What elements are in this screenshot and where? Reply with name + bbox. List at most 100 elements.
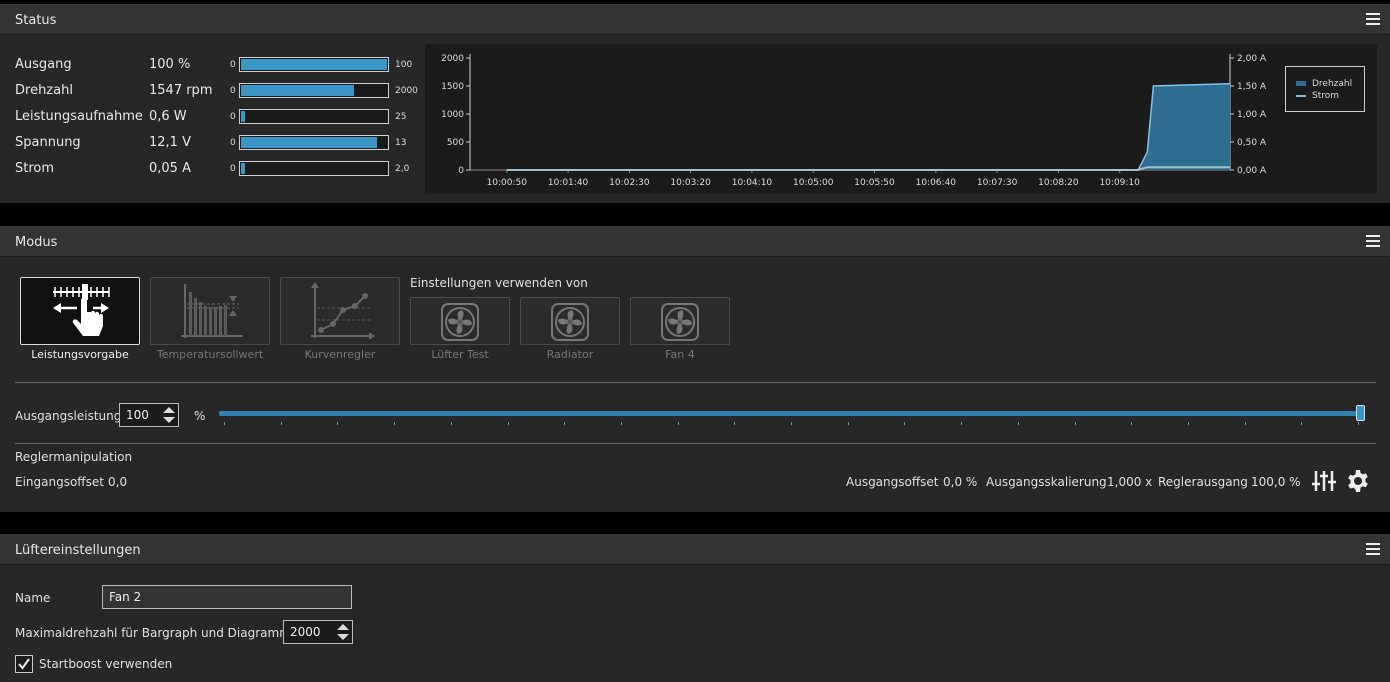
slider-tick — [450, 422, 452, 425]
mode-caption: Kurvenregler — [304, 348, 376, 361]
slider-tick — [564, 422, 566, 425]
stat-label: Ausgang — [15, 57, 72, 72]
status-title: Status — [15, 13, 57, 28]
chart-svg: 0 500 1000 1500 2000 0,00 A 0,50 A 1,00 A 1,50 A… — [441, 54, 1267, 188]
output-label: Ausgangsleistung — [15, 409, 122, 423]
mode-caption: Temperatursollwert — [156, 348, 264, 361]
fan-title: Lüftereinstellungen — [15, 543, 141, 558]
slider-tick — [507, 422, 509, 425]
slider-tick — [1187, 422, 1189, 425]
slider-tick — [224, 422, 225, 425]
stat-row-leistungsaufnahme: Leistungsaufnahme 0,6 W 0 25 — [15, 107, 425, 127]
bar-min: 0 — [230, 138, 236, 148]
fan-icon — [551, 303, 589, 341]
source-radiator-button[interactable] — [520, 297, 620, 345]
mode-temperatursollwert-button[interactable] — [150, 277, 270, 345]
slider-tick — [734, 422, 736, 425]
spin-arrows-icon[interactable] — [160, 404, 178, 426]
bar-max: 2,0 — [395, 164, 410, 174]
stat-value: 100 % — [149, 57, 191, 72]
mode-kurvenregler-button[interactable] — [280, 277, 400, 345]
stat-value: 0,6 W — [149, 109, 187, 124]
fan-settings-panel: Lüftereinstellungen Name Maximaldrehzahl… — [0, 534, 1390, 682]
checkmark-icon — [18, 658, 30, 670]
maxrpm-input[interactable] — [284, 621, 334, 643]
fan-icon — [661, 303, 699, 341]
y-right-tick-label: 1,00 A — [1237, 110, 1267, 120]
x-tick-label: 10:05:00 — [793, 178, 834, 188]
output-slider-track[interactable] — [219, 411, 1359, 416]
divider — [15, 443, 1376, 444]
spin-arrows-icon[interactable] — [334, 621, 352, 643]
modus-title: Modus — [15, 235, 58, 250]
slider-tick — [904, 422, 906, 425]
x-tick-label: 10:03:20 — [670, 178, 711, 188]
y-right-tick-label: 0,50 A — [1237, 138, 1267, 148]
source-heading: Einstellungen verwenden von — [410, 276, 588, 290]
slider-tick — [677, 422, 679, 425]
stat-value: 0,05 A — [149, 161, 191, 176]
x-tick-label: 10:08:20 — [1038, 178, 1079, 188]
slider-tick — [847, 422, 849, 425]
slider-tick — [791, 422, 792, 425]
bar-track — [239, 83, 389, 98]
x-tick-label: 10:04:10 — [732, 178, 773, 188]
slider-tick — [1017, 422, 1019, 425]
maxrpm-label: Maximaldrehzahl für Bargraph und Diagram… — [15, 626, 291, 640]
stat-row-ausgang: Ausgang 100 % 0 100 — [15, 55, 425, 75]
output-scale-label: Ausgangsskalierung — [986, 475, 1107, 489]
source-caption: Lüfter Test — [431, 348, 489, 361]
slider-tick — [1074, 422, 1076, 425]
legend-swatch — [1296, 94, 1306, 97]
bar-fill — [241, 137, 377, 148]
hand-slider-icon — [53, 284, 110, 336]
bar-max: 25 — [395, 112, 407, 122]
bar-min: 0 — [230, 86, 236, 96]
x-tick-label: 10:02:30 — [609, 178, 650, 188]
y-left-tick-label: 0 — [458, 166, 464, 176]
status-header: Status — [0, 5, 1390, 35]
maxrpm-spinbox[interactable] — [283, 620, 353, 644]
bar-fill — [241, 163, 245, 174]
slider-tick — [1358, 422, 1359, 425]
output-offset-value: 0,0 % — [943, 475, 978, 489]
fan-icon — [441, 303, 479, 341]
y-right-tick-label: 2,00 A — [1237, 54, 1267, 64]
fan-menu-icon[interactable] — [1366, 543, 1380, 555]
bar-track — [239, 161, 389, 176]
modus-menu-icon[interactable] — [1366, 235, 1380, 247]
modus-panel: Modus Leistungsvorgabe Temperatursollwer… — [0, 226, 1390, 512]
startboost-checkbox[interactable] — [15, 655, 33, 673]
bar-min: 0 — [230, 164, 236, 174]
output-spinbox[interactable] — [119, 403, 179, 427]
series-drehzahl-area — [506, 83, 1231, 170]
temperature-bars-icon — [181, 284, 243, 338]
bar-track — [239, 109, 389, 124]
slider-tick — [961, 422, 963, 425]
status-panel: Status Ausgang 100 % 0 100 Drehzahl 1547… — [0, 4, 1390, 203]
slider-tick — [1131, 422, 1133, 425]
y-left-tick-label: 1000 — [441, 110, 464, 120]
stat-row-spannung: Spannung 12,1 V 0 13 — [15, 133, 425, 153]
name-input[interactable] — [102, 585, 352, 609]
controller-output-value: 100,0 % — [1251, 475, 1301, 489]
modus-header: Modus — [0, 227, 1390, 257]
output-input[interactable] — [120, 404, 160, 426]
source-fan4-button[interactable] — [630, 297, 730, 345]
status-menu-icon[interactable] — [1366, 13, 1380, 25]
stat-label: Drehzahl — [15, 83, 73, 98]
divider — [15, 382, 1376, 383]
mode-leistungsvorgabe-button[interactable] — [20, 277, 140, 345]
legend-label: Strom — [1312, 91, 1340, 101]
source-caption: Fan 4 — [665, 348, 695, 361]
chart-legend: Drehzahl Strom — [1285, 66, 1365, 112]
gear-icon[interactable] — [1346, 469, 1370, 493]
y-right-tick-label: 1,50 A — [1237, 82, 1267, 92]
y-left-tick-label: 500 — [447, 138, 464, 148]
stat-value: 12,1 V — [149, 135, 191, 150]
output-slider-handle[interactable] — [1356, 405, 1365, 421]
y-right-tick-label: 0,00 A — [1237, 166, 1267, 176]
source-luefter-test-button[interactable] — [410, 297, 510, 345]
sliders-icon[interactable] — [1312, 469, 1336, 493]
output-unit: % — [194, 409, 206, 423]
